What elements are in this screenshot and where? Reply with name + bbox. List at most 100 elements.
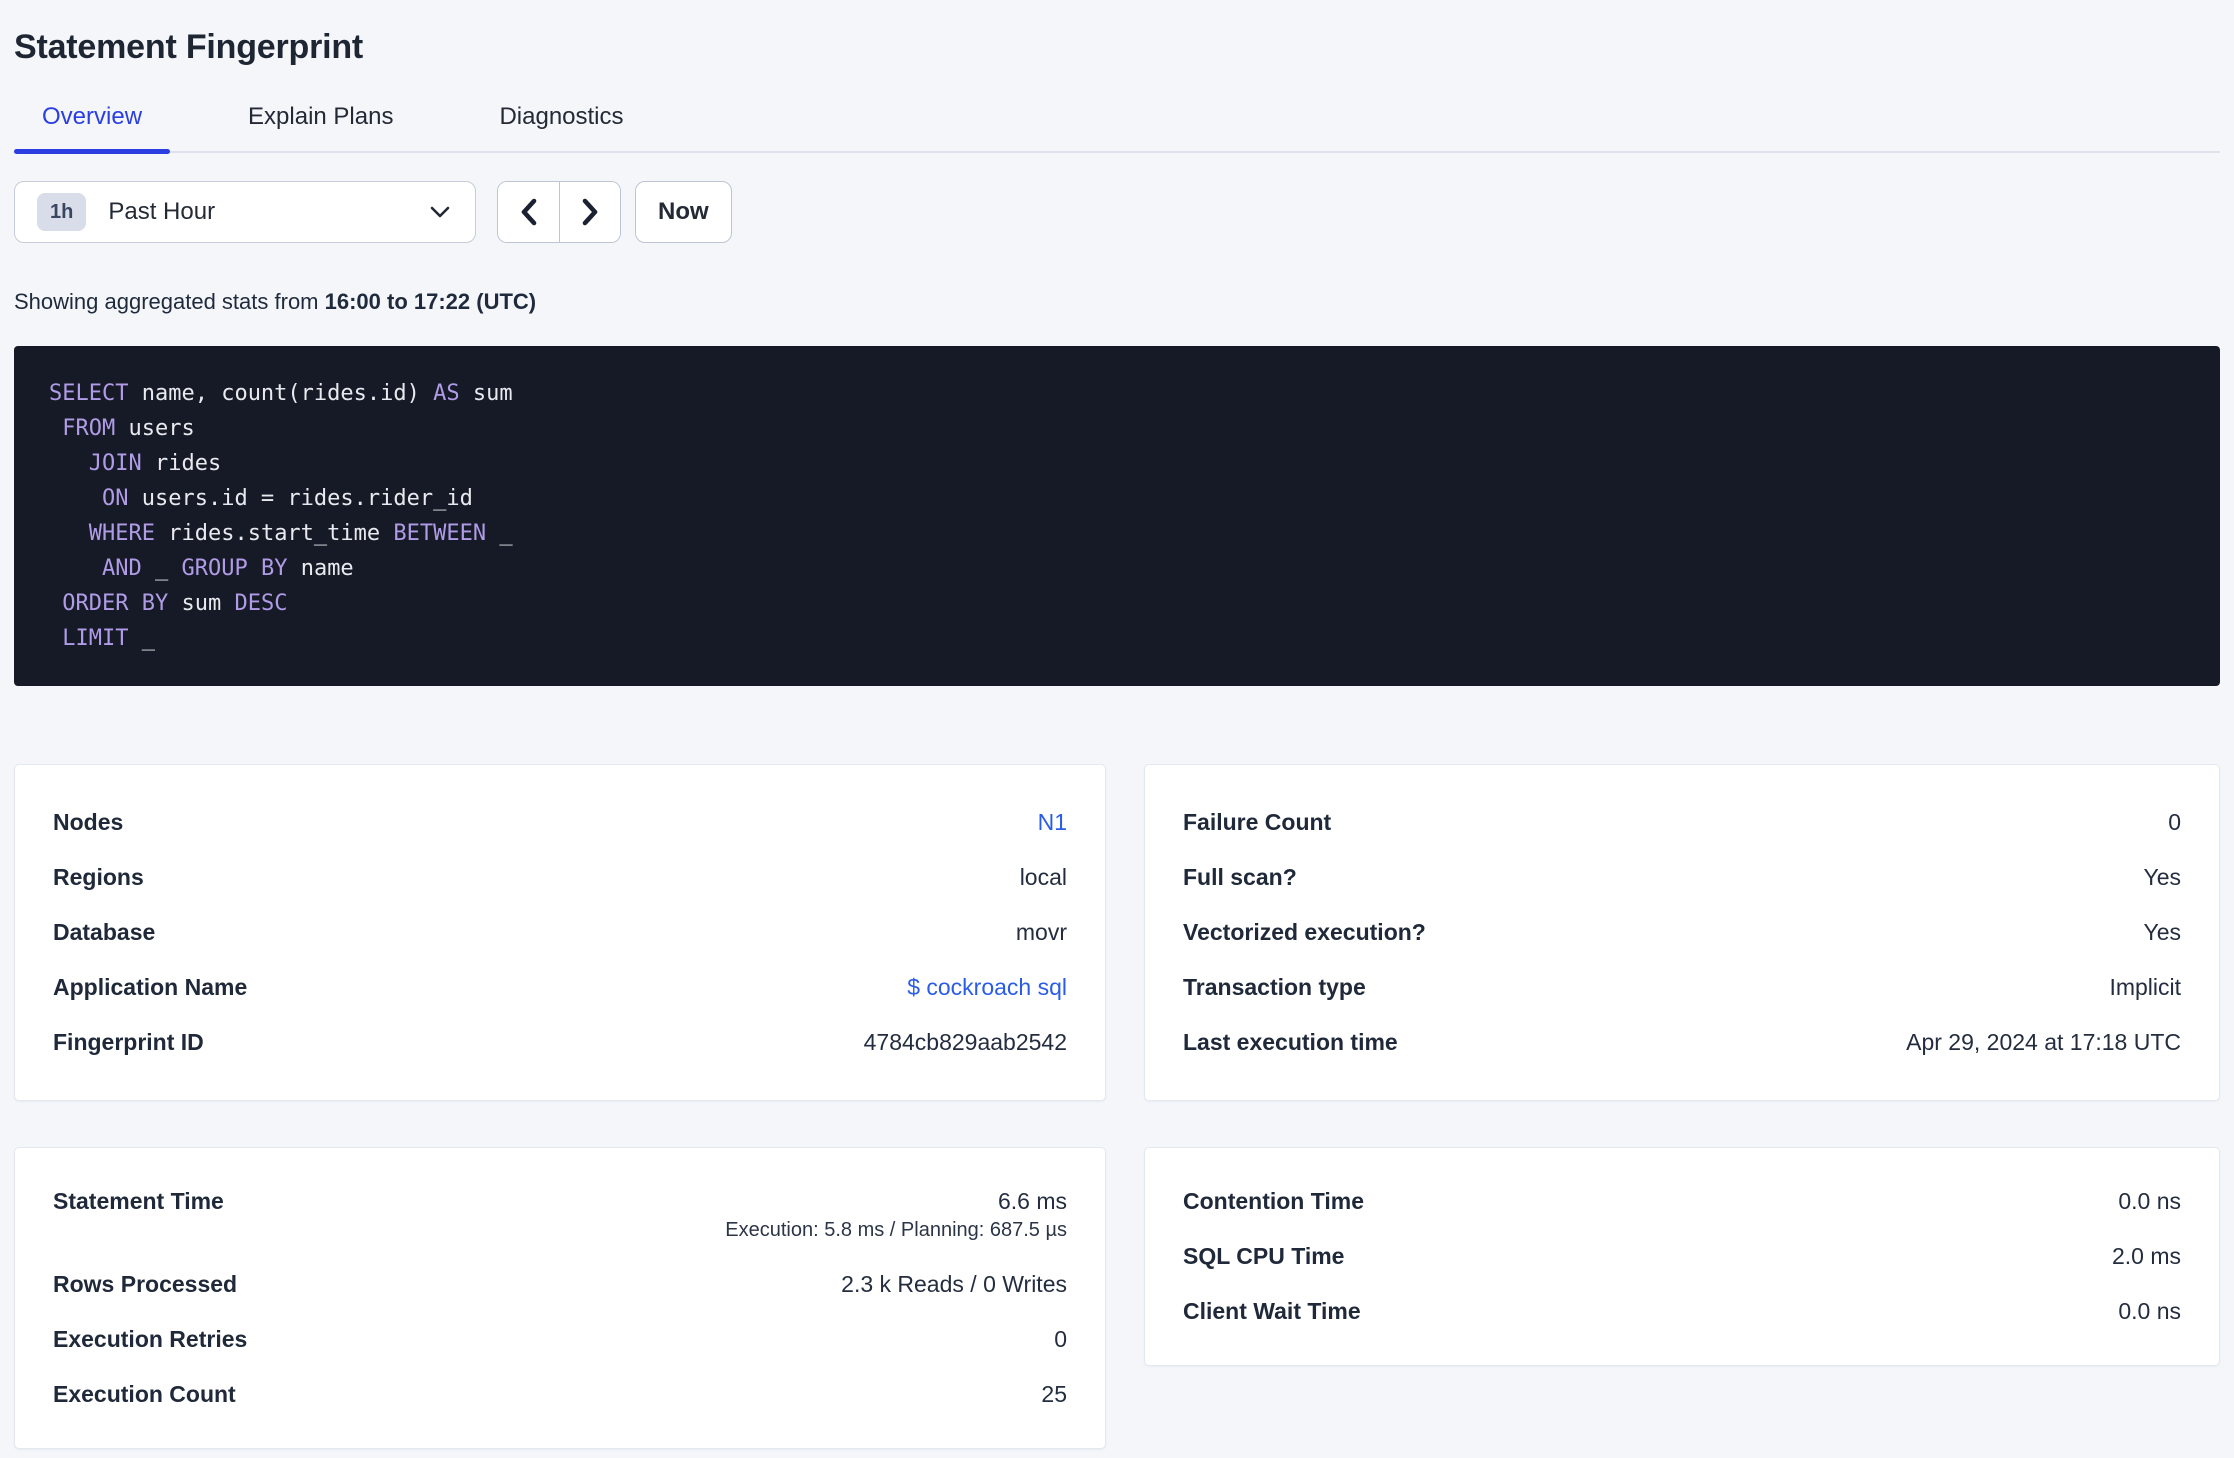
stat-value: 0 [1054, 1326, 1067, 1352]
stat-row: Failure Count 0 [1183, 795, 2181, 850]
stat-label: Application Name [53, 974, 248, 1000]
stat-label: Contention Time [1183, 1188, 1365, 1214]
chevron-right-icon [580, 197, 600, 227]
stat-value-wrap: Implicit [2109, 973, 2181, 1002]
time-range-badge: 1h [37, 193, 87, 231]
chevron-down-icon [429, 205, 451, 219]
stat-label: Fingerprint ID [53, 1029, 204, 1055]
stat-value-wrap: 2.0 ms [2112, 1242, 2181, 1271]
stat-value-wrap: 0.0 ns [2118, 1297, 2181, 1326]
sql-line: FROM users [62, 416, 195, 441]
stat-label: Full scan? [1183, 864, 1297, 890]
stat-value: movr [1015, 919, 1067, 945]
stat-value: 0 [2168, 809, 2181, 835]
stat-row: Database movr [53, 905, 1067, 960]
stat-row: Rows Processed 2.3 k Reads / 0 Writes [53, 1257, 1067, 1312]
tab-explain-plans[interactable]: Explain Plans [220, 103, 421, 151]
stat-row: Full scan? Yes [1183, 850, 2181, 905]
stat-label: Last execution time [1183, 1029, 1398, 1055]
stat-value: 4784cb829aab2542 [863, 1029, 1067, 1055]
stat-row: Contention Time 0.0 ns [1183, 1174, 2181, 1229]
tab-bar: Overview Explain Plans Diagnostics [14, 103, 2220, 154]
caption-time-range: 16:00 to 17:22 (UTC) [324, 289, 537, 314]
sql-line: ON users.id = rides.rider_id [101, 486, 473, 511]
stat-label: Execution Count [53, 1381, 236, 1407]
stat-label: SQL CPU Time [1183, 1243, 1345, 1269]
stat-row: Regions local [53, 850, 1067, 905]
stat-label: Nodes [53, 809, 124, 835]
stat-label: Vectorized execution? [1183, 919, 1426, 945]
stat-value-wrap: movr [1016, 918, 1067, 947]
stat-value-wrap: Yes [2143, 918, 2181, 947]
stat-row: Application Name $ cockroach sql [53, 960, 1067, 1015]
stat-value-link[interactable]: $ cockroach sql [907, 973, 1067, 1002]
stat-value: local [1019, 864, 1067, 890]
sql-line: LIMIT _ [62, 626, 155, 651]
stat-value: Yes [2143, 864, 2181, 890]
stat-row: Fingerprint ID 4784cb829aab2542 [53, 1015, 1067, 1070]
sql-line: WHERE rides.start_time BETWEEN _ [88, 521, 513, 546]
time-controls: 1h Past Hour Now [14, 181, 2220, 243]
stat-row: Transaction type Implicit [1183, 960, 2181, 1015]
statement-fingerprint-page: Statement Fingerprint Overview Explain Pl… [0, 0, 2234, 1449]
stat-label: Failure Count [1183, 809, 1332, 835]
stat-value: 6.6 ms [997, 1188, 1067, 1214]
stat-label: Database [53, 919, 156, 945]
sql-line: AND _ GROUP BY name [101, 556, 354, 581]
next-interval-button[interactable] [559, 182, 620, 242]
sql-line: SELECT name, count(rides.id) AS sum [49, 381, 513, 406]
stat-value-wrap: Apr 29, 2024 at 17:18 UTC [1906, 1028, 2181, 1057]
now-button[interactable]: Now [635, 181, 732, 243]
sql-line: JOIN rides [88, 451, 222, 476]
stat-row: SQL CPU Time 2.0 ms [1183, 1229, 2181, 1284]
stat-value-wrap: 0.0 ns [2118, 1187, 2181, 1216]
stat-value-link[interactable]: N1 [1038, 808, 1067, 837]
stat-value: 25 [1041, 1381, 1067, 1407]
stat-value-wrap: $ cockroach sql [907, 973, 1067, 1002]
stat-value-wrap: 25 [1041, 1380, 1067, 1409]
stat-value: 2.0 ms [2111, 1243, 2181, 1269]
caption-prefix: Showing aggregated stats from [14, 289, 325, 314]
stat-value-wrap: 0 [2168, 808, 2181, 837]
stat-row: Execution Count 25 [53, 1367, 1067, 1422]
tab-overview[interactable]: Overview [14, 103, 171, 154]
stat-label: Rows Processed [53, 1271, 238, 1297]
stat-label: Execution Retries [53, 1326, 248, 1352]
stat-label: Client Wait Time [1183, 1298, 1361, 1324]
statement-details-card: Nodes N1 Regions local Database movr Applicati… [14, 764, 1106, 1101]
stat-value-wrap: 2.3 k Reads / 0 Writes [841, 1270, 1067, 1299]
aggregated-stats-caption: Showing aggregated stats from 16:00 to 1… [14, 289, 2220, 315]
statement-timing-card: Statement Time 6.6 ms Execution: 5.8 ms / … [14, 1147, 1106, 1449]
stat-value: 0.0 ns [2118, 1298, 2181, 1324]
time-range-label: Past Hour [108, 198, 216, 225]
stat-row: Statement Time 6.6 ms Execution: 5.8 ms / … [53, 1174, 1067, 1257]
stat-label: Statement Time [53, 1188, 224, 1214]
stat-value-wrap: N1 [1038, 808, 1067, 837]
page-title: Statement Fingerprint [14, 28, 364, 66]
wait-time-card: Contention Time 0.0 ns SQL CPU Time 2.0 ms C… [1144, 1147, 2220, 1366]
tab-diagnostics[interactable]: Diagnostics [471, 103, 651, 151]
stat-value-wrap: Yes [2143, 863, 2181, 892]
stat-row: Execution Retries 0 [53, 1312, 1067, 1367]
sql-line: ORDER BY sum DESC [62, 591, 288, 616]
stat-subvalue: Execution: 5.8 ms / Planning: 687.5 µs [725, 1219, 1067, 1241]
stat-row: Client Wait Time 0.0 ns [1183, 1284, 2181, 1339]
stat-value: Apr 29, 2024 at 17:18 UTC [1906, 1029, 2181, 1055]
stat-row: Last execution time Apr 29, 2024 at 17:18… [1183, 1015, 2181, 1070]
stat-row: Vectorized execution? Yes [1183, 905, 2181, 960]
stat-value-wrap: local [1020, 863, 1067, 892]
stat-value: Yes [2143, 919, 2181, 945]
bottom-card-row: Statement Time 6.6 ms Execution: 5.8 ms / … [14, 1147, 2220, 1449]
chevron-left-icon [519, 197, 539, 227]
stat-value: 0.0 ns [2118, 1188, 2181, 1214]
time-range-picker[interactable]: 1h Past Hour [14, 181, 476, 243]
stat-label: Transaction type [1183, 974, 1366, 1000]
execution-attributes-card: Failure Count 0 Full scan? Yes Vectorized ex… [1144, 764, 2220, 1101]
stat-value: 2.3 k Reads / 0 Writes [841, 1271, 1067, 1297]
stat-value: Implicit [2109, 974, 2181, 1000]
stat-value-wrap: 6.6 ms Execution: 5.8 ms / Planning: 687.… [725, 1187, 1067, 1244]
stat-label: Regions [53, 864, 144, 890]
time-step-buttons [497, 181, 621, 243]
stat-value-wrap: 0 [1054, 1325, 1067, 1354]
prev-interval-button[interactable] [498, 182, 559, 242]
